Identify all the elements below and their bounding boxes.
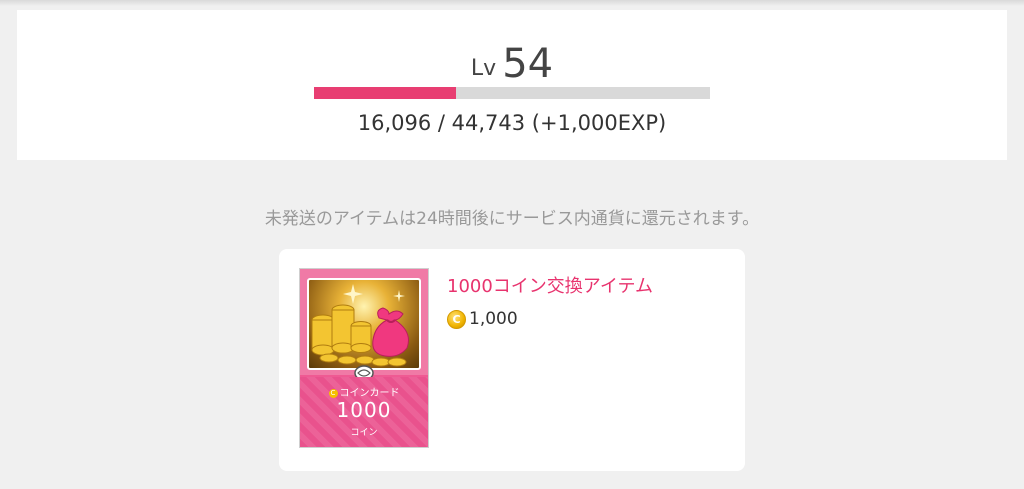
notice-text: 未発送のアイテムは24時間後にサービス内通貨に還元されます。: [264, 209, 760, 229]
thumb-upper: [300, 269, 428, 375]
card-amount: 1000: [336, 398, 392, 422]
level-prefix: Lv: [470, 56, 497, 81]
exp-text: 16,096 / 44,743 (+1,000EXP): [357, 111, 667, 135]
coin-icon: C: [447, 309, 466, 329]
item-title[interactable]: 1000コイン交換アイテム: [447, 272, 653, 298]
item-price: C 1,000: [447, 308, 518, 330]
mini-coin-icon: C: [328, 388, 338, 398]
level-panel: Lv 54 16,096 / 44,743 (+1,000EXP): [17, 10, 1007, 160]
level-value: 54: [502, 41, 554, 87]
price-value: 1,000: [469, 309, 518, 329]
top-shadow: [0, 0, 1024, 6]
coin-pile-image: [307, 278, 421, 370]
item-card[interactable]: C コインカード 1000 コイン 1000コイン交換アイテム C 1,000: [279, 249, 745, 471]
coin-card-icon[interactable]: C コインカード 1000 コイン: [299, 268, 429, 448]
thumb-lower: C コインカード 1000 コイン: [300, 377, 428, 447]
coin-pile-icon: [311, 284, 409, 367]
card-label-row: C コインカード: [300, 384, 428, 399]
exp-progress-bar: [314, 87, 710, 99]
card-unit: コイン: [350, 428, 378, 438]
exp-progress-fill: [314, 87, 457, 99]
level-display: Lv 54: [17, 44, 1007, 84]
